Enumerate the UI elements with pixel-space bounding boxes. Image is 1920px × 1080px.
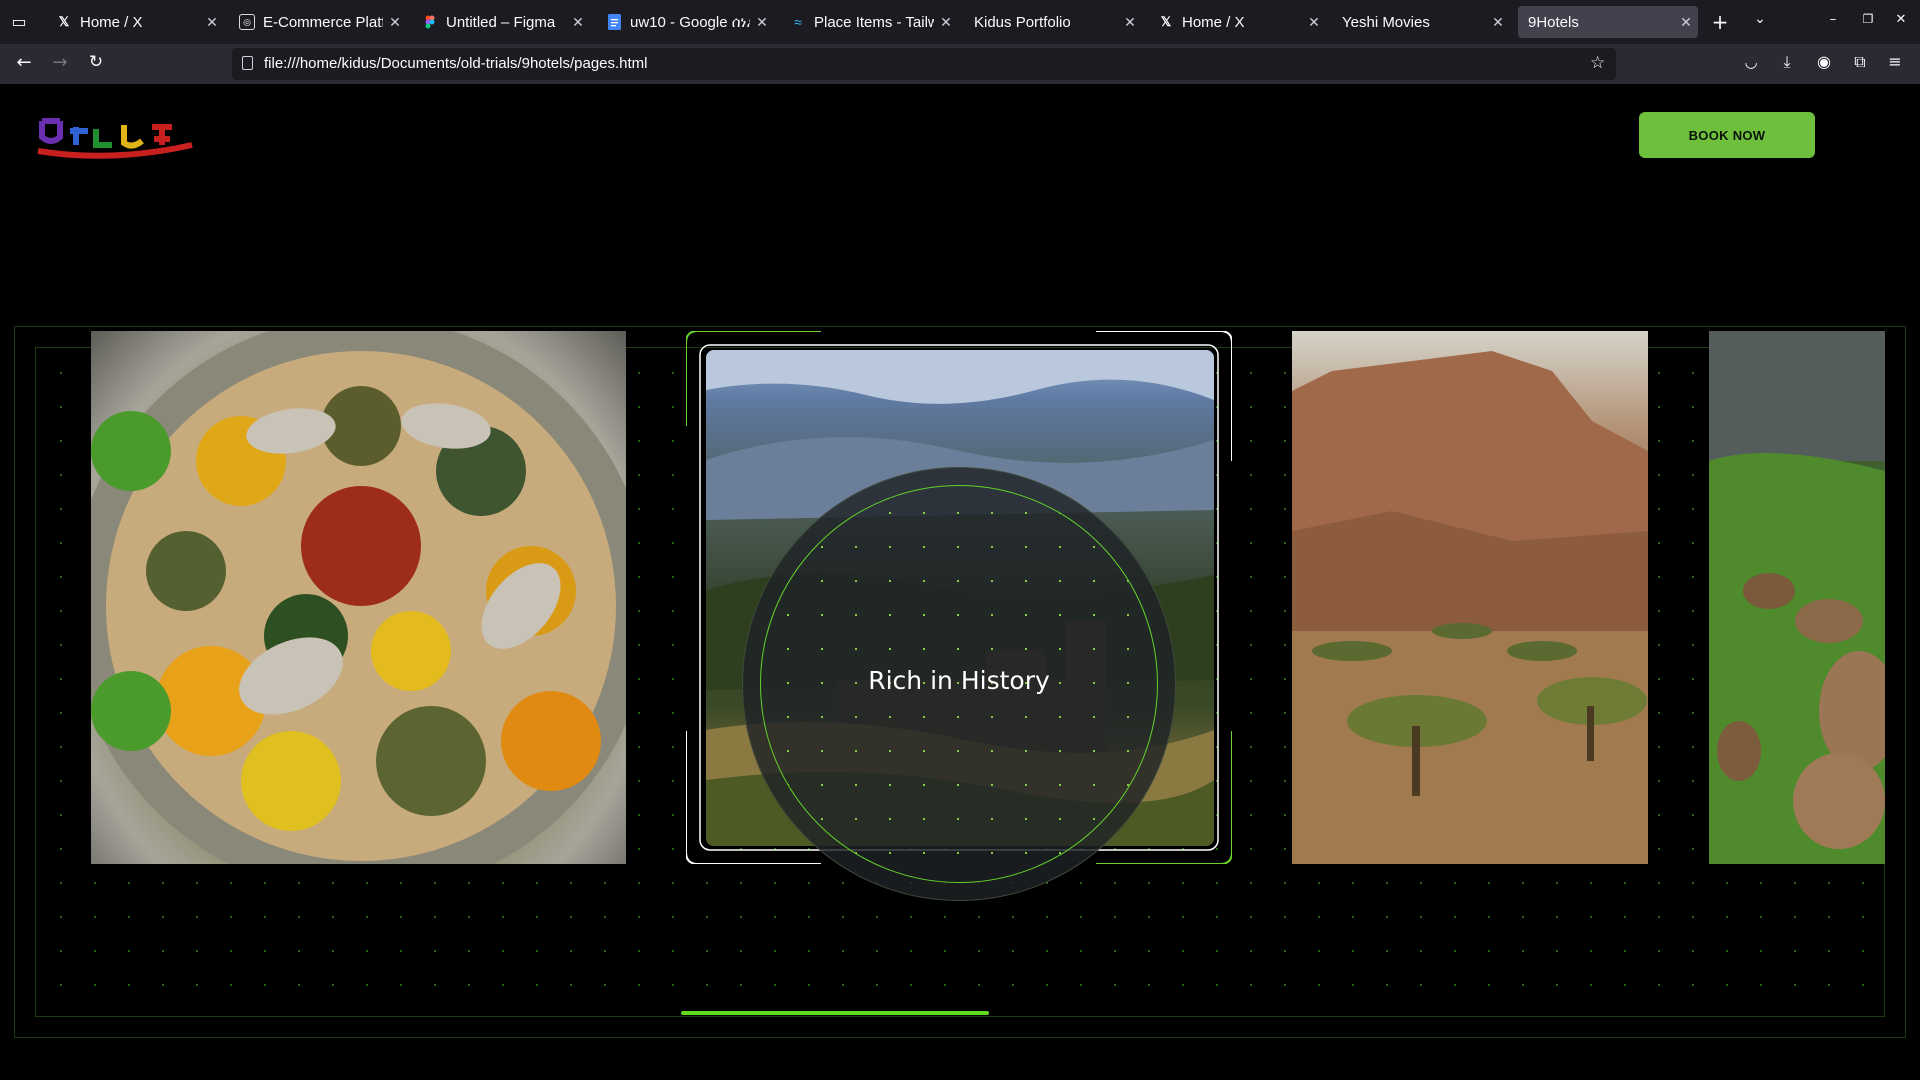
close-icon[interactable]: ✕ <box>1302 14 1326 31</box>
featured-title: Rich in History <box>868 666 1050 695</box>
tab-tailwind[interactable]: ≈ Place Items - Tailwi ✕ <box>780 6 958 38</box>
downloads-icon[interactable]: ⤓ <box>1776 52 1798 72</box>
tab-kidus-portfolio[interactable]: Kidus Portfolio ✕ <box>964 6 1142 38</box>
new-tab-icon[interactable]: + <box>1708 10 1732 34</box>
tab-figma[interactable]: Untitled – Figma ✕ <box>412 6 590 38</box>
forward-arrow-icon[interactable]: → <box>48 52 72 73</box>
tab-home-x-2[interactable]: 𝕏 Home / X ✕ <box>1148 6 1326 38</box>
tab-title: uw10 - Google ሰነዶ <box>630 13 750 31</box>
close-window-icon[interactable]: ✕ <box>1890 12 1912 27</box>
extensions-icon[interactable]: ⧉ <box>1849 52 1871 72</box>
baboons-image <box>1709 331 1885 864</box>
site-logo[interactable] <box>32 117 202 161</box>
reload-icon[interactable]: ↻ <box>84 52 108 72</box>
close-icon[interactable]: ✕ <box>750 14 774 31</box>
tab-title: Place Items - Tailwi <box>814 13 934 31</box>
tab-yeshi-movies[interactable]: Yeshi Movies ✕ <box>1332 6 1510 38</box>
card-tigray-mountains-savanna[interactable] <box>1292 331 1648 864</box>
figma-icon <box>422 14 438 30</box>
tab-title: 9Hotels <box>1528 13 1579 31</box>
tab-title: Untitled – Figma <box>446 13 556 31</box>
menu-hamburger-icon[interactable]: ≡ <box>1884 52 1906 71</box>
browser-chrome: ▭ 𝕏 Home / X ✕ ◎ E-Commerce Platfo ✕ Unt… <box>0 0 1920 84</box>
close-icon[interactable]: ✕ <box>566 14 590 31</box>
tab-google-docs[interactable]: uw10 - Google ሰነዶ ✕ <box>596 6 774 38</box>
back-arrow-icon[interactable]: ← <box>12 52 36 73</box>
x-logo-icon: 𝕏 <box>1160 14 1172 29</box>
card-gelada-baboons[interactable] <box>1709 331 1885 864</box>
carousel-progress-bar <box>681 1011 989 1015</box>
x-logo-icon: 𝕏 <box>58 14 70 29</box>
tab-title: E-Commerce Platfo <box>263 13 383 31</box>
tailwind-icon: ≈ <box>794 14 802 30</box>
restore-icon[interactable]: ❐ <box>1857 12 1879 26</box>
close-icon[interactable]: ✕ <box>1674 14 1698 31</box>
page-icon <box>242 56 253 70</box>
close-icon[interactable]: ✕ <box>1118 14 1142 31</box>
close-icon[interactable]: ✕ <box>934 14 958 31</box>
book-now-button[interactable]: BOOK NOW <box>1639 112 1815 158</box>
tab-title: Kidus Portfolio <box>974 13 1071 31</box>
account-icon[interactable]: ◉ <box>1813 52 1835 71</box>
tab-bar: ▭ 𝕏 Home / X ✕ ◎ E-Commerce Platfo ✕ Unt… <box>0 0 1920 44</box>
close-icon[interactable]: ✕ <box>200 14 224 31</box>
minimize-icon[interactable]: – <box>1822 12 1844 27</box>
tab-9hotels[interactable]: 9Hotels ✕ <box>1518 6 1698 38</box>
tab-title: Home / X <box>1182 13 1245 31</box>
tab-overview-icon[interactable]: ▭ <box>8 12 30 31</box>
close-icon[interactable]: ✕ <box>383 14 407 31</box>
tab-ecommerce[interactable]: ◎ E-Commerce Platfo ✕ <box>229 6 407 38</box>
tab-title: Yeshi Movies <box>1342 13 1430 31</box>
ecommerce-icon: ◎ <box>239 14 255 30</box>
card-ethiopian-food-platter[interactable] <box>91 331 626 864</box>
google-docs-icon <box>606 14 622 30</box>
mountain-savanna-image <box>1292 351 1648 864</box>
tab-title: Home / X <box>80 13 143 31</box>
list-tabs-chevron-icon[interactable]: ⌄ <box>1748 11 1772 27</box>
tab-home-x-1[interactable]: 𝕏 Home / X ✕ <box>46 6 224 38</box>
food-platter-image <box>91 331 626 864</box>
url-text: file:///home/kidus/Documents/old-trials/… <box>264 55 648 72</box>
close-icon[interactable]: ✕ <box>1486 14 1510 31</box>
bookmark-star-icon[interactable]: ☆ <box>1590 53 1605 73</box>
pocket-icon[interactable]: ◡ <box>1740 53 1762 71</box>
